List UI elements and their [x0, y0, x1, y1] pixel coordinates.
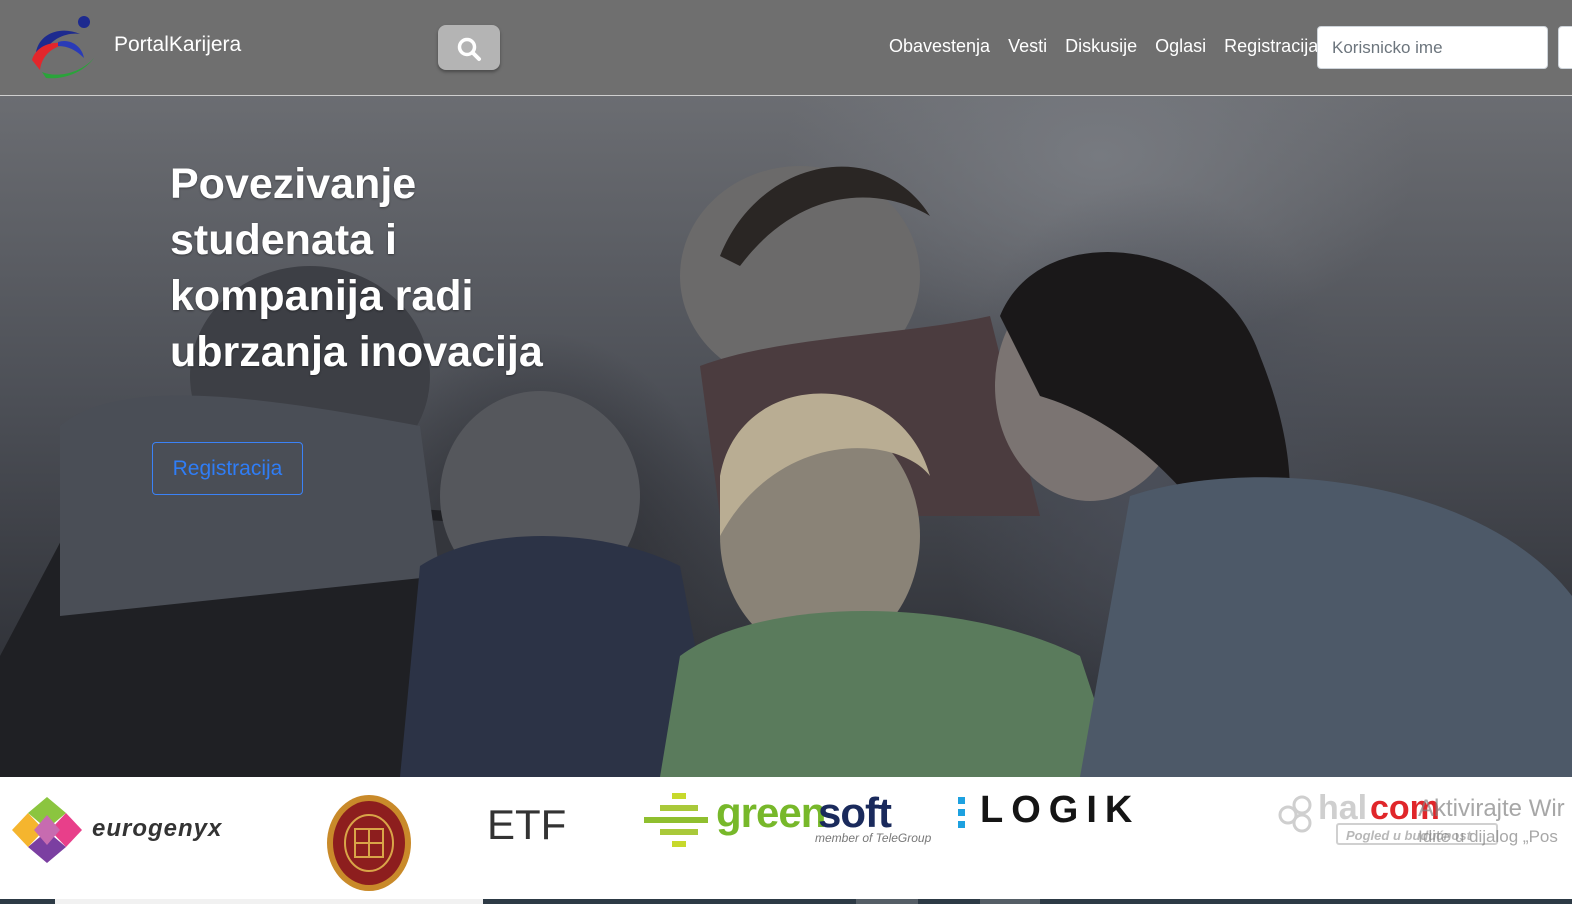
nav-links: Obavestenja Vesti Diskusije Oglasi Regis… [880, 36, 1327, 57]
eurogenyx-label: eurogenyx [92, 815, 223, 842]
username-input[interactable] [1317, 26, 1548, 69]
navbar: PortalKarijera Obavestenja Vesti Diskusi… [0, 0, 1572, 96]
greensoft-subtitle: member of TeleGroup [815, 831, 932, 845]
university-seal-icon [327, 795, 411, 891]
search-icon [457, 37, 481, 61]
sponsor-eurogenyx[interactable]: eurogenyx [10, 793, 250, 873]
windows-activation-title: Aktivirajte Wir [1418, 795, 1565, 822]
hero-section: Povezivanje studenata i kompanija radi u… [0, 96, 1572, 777]
carousel-indicator-segment[interactable] [980, 899, 1040, 904]
greensoft-green-text: green [716, 789, 826, 836]
carousel-indicator-active[interactable] [55, 899, 483, 904]
halcom-flower-icon [1278, 795, 1312, 833]
carousel-indicator [0, 899, 1572, 904]
windows-activation-subtitle: Idite u dijalog „Pos [1418, 827, 1558, 846]
sponsor-university-seal[interactable] [326, 793, 412, 893]
greensoft-stripes-icon [644, 793, 708, 847]
search-button[interactable] [438, 25, 500, 70]
logik-dots-icon [958, 797, 965, 828]
sponsor-etf[interactable]: ETF [487, 801, 566, 849]
sponsors-carousel: eurogenyx ETF green soft member of TeleG… [0, 777, 1572, 899]
logik-label: LOGIK [980, 789, 1141, 831]
carousel-indicator-segment[interactable] [856, 899, 918, 904]
register-button[interactable]: Registracija [152, 442, 303, 495]
nav-link-registracija[interactable]: Registracija [1224, 36, 1318, 57]
eurogenyx-logo-icon [12, 797, 82, 863]
nav-link-obavestenja[interactable]: Obavestenja [889, 36, 990, 57]
nav-link-oglasi[interactable]: Oglasi [1155, 36, 1206, 57]
password-input[interactable] [1558, 26, 1572, 69]
greensoft-soft-text: soft [818, 789, 892, 836]
portal-logo-icon[interactable] [28, 12, 100, 82]
nav-link-diskusije[interactable]: Diskusije [1065, 36, 1137, 57]
nav-link-vesti[interactable]: Vesti [1008, 36, 1047, 57]
brand-name[interactable]: PortalKarijera [114, 33, 241, 57]
hero-title: Povezivanje studenata i kompanija radi u… [170, 160, 543, 376]
